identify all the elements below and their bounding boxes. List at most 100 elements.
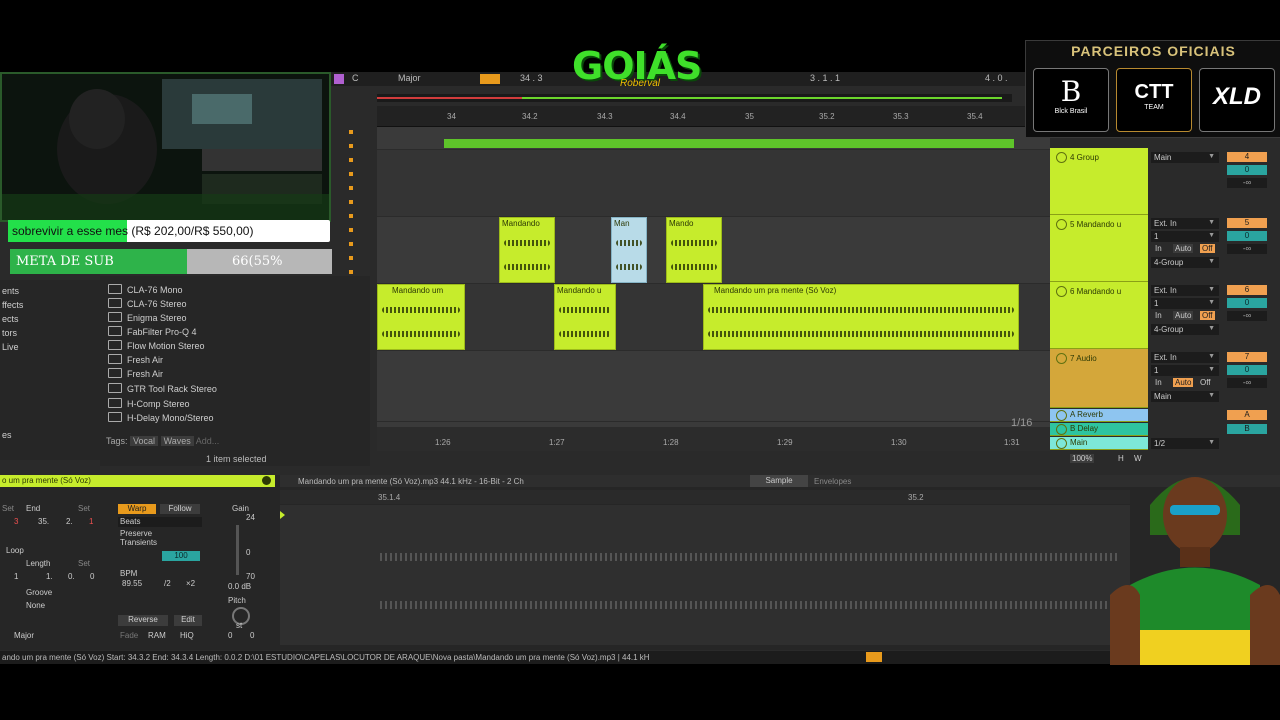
audio-clip[interactable]: Mandando um pra mente (Só Voz) bbox=[703, 284, 1019, 350]
track-lane-6[interactable]: Mandando um Mandando u Mandando um pra m… bbox=[377, 284, 1050, 351]
browser-item[interactable]: H-Comp Stereo bbox=[108, 398, 190, 411]
tab-envelopes[interactable]: Envelopes bbox=[814, 477, 851, 486]
hiq-button[interactable]: HiQ bbox=[180, 631, 194, 640]
track-number[interactable]: B bbox=[1227, 424, 1267, 434]
browser-category[interactable]: es bbox=[2, 430, 12, 440]
sample-waveform-display[interactable] bbox=[280, 505, 1130, 645]
audio-clip[interactable]: Mandando um bbox=[377, 284, 465, 350]
monitor-auto[interactable]: Auto bbox=[1173, 244, 1194, 253]
browser-item[interactable]: GTR Tool Rack Stereo bbox=[108, 383, 217, 396]
ram-button[interactable]: RAM bbox=[148, 631, 166, 640]
scale-select[interactable]: Major bbox=[14, 631, 34, 640]
input-channel[interactable]: 1 ▼ bbox=[1151, 298, 1219, 309]
browser-item[interactable]: Enigma Stereo bbox=[108, 312, 187, 325]
track-volume[interactable]: 0 bbox=[1227, 365, 1267, 375]
tag-chip[interactable]: Waves bbox=[160, 436, 194, 446]
track-volume[interactable]: 0 bbox=[1227, 298, 1267, 308]
transients-select[interactable]: Transients bbox=[120, 538, 157, 547]
main-output-select[interactable]: 1/2 ▼ bbox=[1151, 438, 1219, 449]
pitch-coarse[interactable]: 0 bbox=[228, 631, 232, 640]
monitor-off[interactable]: Off bbox=[1200, 378, 1211, 387]
input-select[interactable]: Ext. In ▼ bbox=[1151, 352, 1219, 363]
loop-start-display[interactable]: 3 . 1 . 1 bbox=[810, 73, 840, 83]
browser-category[interactable]: tors bbox=[2, 328, 17, 338]
track-header-7[interactable]: 7 Audio bbox=[1050, 349, 1148, 408]
track-volume[interactable]: 0 bbox=[1227, 165, 1267, 175]
main-track[interactable]: Main bbox=[1050, 437, 1148, 450]
output-select[interactable]: 4-Group ▼ bbox=[1151, 324, 1219, 335]
track-header-5[interactable]: 5 Mandando u bbox=[1050, 215, 1148, 282]
track-lane-7[interactable] bbox=[377, 351, 1050, 422]
browser-category[interactable]: ects bbox=[2, 314, 19, 324]
track-number[interactable]: A bbox=[1227, 410, 1267, 420]
end-sixteenth[interactable]: 1 bbox=[89, 517, 93, 526]
monitor-off[interactable]: Off bbox=[1200, 244, 1215, 253]
clip-toggle-icon[interactable] bbox=[262, 476, 271, 485]
tab-sample[interactable]: Sample bbox=[750, 475, 808, 487]
audio-clip-selected[interactable]: Man bbox=[611, 217, 647, 283]
track-number[interactable]: 5 bbox=[1227, 218, 1267, 228]
tag-chip[interactable]: Vocal bbox=[130, 436, 159, 446]
audio-clip[interactable]: Mando bbox=[666, 217, 722, 283]
track-icon[interactable] bbox=[1056, 410, 1067, 421]
track-number[interactable]: 6 bbox=[1227, 285, 1267, 295]
follow-button[interactable] bbox=[480, 74, 500, 84]
warp-button[interactable]: Warp bbox=[118, 504, 156, 514]
browser-item[interactable]: Fresh Air bbox=[108, 354, 163, 367]
track-lane-group[interactable] bbox=[377, 127, 1050, 150]
reverse-button[interactable]: Reverse bbox=[118, 615, 168, 626]
monitor-off[interactable]: Off bbox=[1200, 311, 1215, 320]
pitch-fine[interactable]: 0 bbox=[250, 631, 254, 640]
input-channel[interactable]: 1 ▼ bbox=[1151, 231, 1219, 242]
track-lane-5[interactable]: Mandando Man Mando bbox=[377, 217, 1050, 284]
length-sixteenth[interactable]: 0 bbox=[90, 572, 94, 581]
track-icon[interactable] bbox=[1056, 353, 1067, 364]
browser-item[interactable]: H-Delay Mono/Stereo bbox=[108, 412, 214, 425]
track-volume[interactable]: 0 bbox=[1227, 231, 1267, 241]
track-icon[interactable] bbox=[1056, 438, 1067, 449]
key-label[interactable]: C bbox=[352, 73, 359, 83]
end-beat[interactable]: 2. bbox=[66, 517, 73, 526]
track-send[interactable]: -∞ bbox=[1227, 178, 1267, 188]
input-channel[interactable]: 1 ▼ bbox=[1151, 365, 1219, 376]
arrangement-view[interactable]: Mandando Man Mando Mandando um Mandando … bbox=[377, 127, 1050, 451]
start-marker[interactable] bbox=[280, 511, 285, 519]
monitor-auto[interactable]: Auto bbox=[1173, 311, 1194, 320]
output-select[interactable]: Main ▼ bbox=[1151, 391, 1219, 402]
return-track-b[interactable]: B Delay bbox=[1050, 423, 1148, 436]
tag-add[interactable]: Add... bbox=[196, 436, 220, 446]
length-beat[interactable]: 0. bbox=[68, 572, 75, 581]
return-track-a[interactable]: A Reverb bbox=[1050, 409, 1148, 422]
follow-button[interactable]: Follow bbox=[160, 504, 200, 514]
track-send[interactable]: -∞ bbox=[1227, 244, 1267, 254]
monitor-in[interactable]: In bbox=[1155, 244, 1162, 253]
track-lane-4[interactable] bbox=[377, 150, 1050, 217]
browser-item[interactable]: Flow Motion Stereo bbox=[108, 340, 205, 353]
input-select[interactable]: Ext. In ▼ bbox=[1151, 218, 1219, 229]
end-bar[interactable]: 35. bbox=[38, 517, 49, 526]
double-tempo-button[interactable]: ×2 bbox=[186, 579, 195, 588]
half-tempo-button[interactable]: /2 bbox=[164, 579, 171, 588]
position-display[interactable]: 34 . 3 bbox=[520, 73, 543, 83]
groove-select[interactable]: None bbox=[26, 601, 45, 610]
start-value[interactable]: 3 bbox=[14, 517, 18, 526]
browser-category[interactable]: ents bbox=[2, 286, 19, 296]
loop-length-display[interactable]: 4 . 0 . bbox=[985, 73, 1008, 83]
grid-quantization[interactable]: 1/16 bbox=[1011, 417, 1032, 429]
output-select[interactable]: 4-Group ▼ bbox=[1151, 257, 1219, 268]
set-start-button[interactable]: Set bbox=[2, 504, 14, 513]
track-header-group[interactable]: 4 Group bbox=[1050, 148, 1148, 215]
browser-category[interactable]: ffects bbox=[2, 300, 23, 310]
clip-title-bar[interactable]: o um pra mente (Só Voz) bbox=[0, 475, 275, 487]
loop-toggle[interactable]: Loop bbox=[6, 546, 24, 555]
track-send[interactable]: -∞ bbox=[1227, 311, 1267, 321]
track-icon[interactable] bbox=[1056, 286, 1067, 297]
monitor-in[interactable]: In bbox=[1155, 311, 1162, 320]
track-icon[interactable] bbox=[1056, 424, 1067, 435]
edit-button[interactable]: Edit bbox=[174, 615, 202, 626]
monitor-in[interactable]: In bbox=[1155, 378, 1162, 387]
set-length-button[interactable]: Set bbox=[78, 559, 90, 568]
beat-ruler[interactable]: 34 34.2 34.3 34.4 35 35.2 35.3 35.4 bbox=[377, 106, 1027, 127]
browser-category[interactable]: Live bbox=[2, 342, 19, 352]
track-number[interactable]: 7 bbox=[1227, 352, 1267, 362]
